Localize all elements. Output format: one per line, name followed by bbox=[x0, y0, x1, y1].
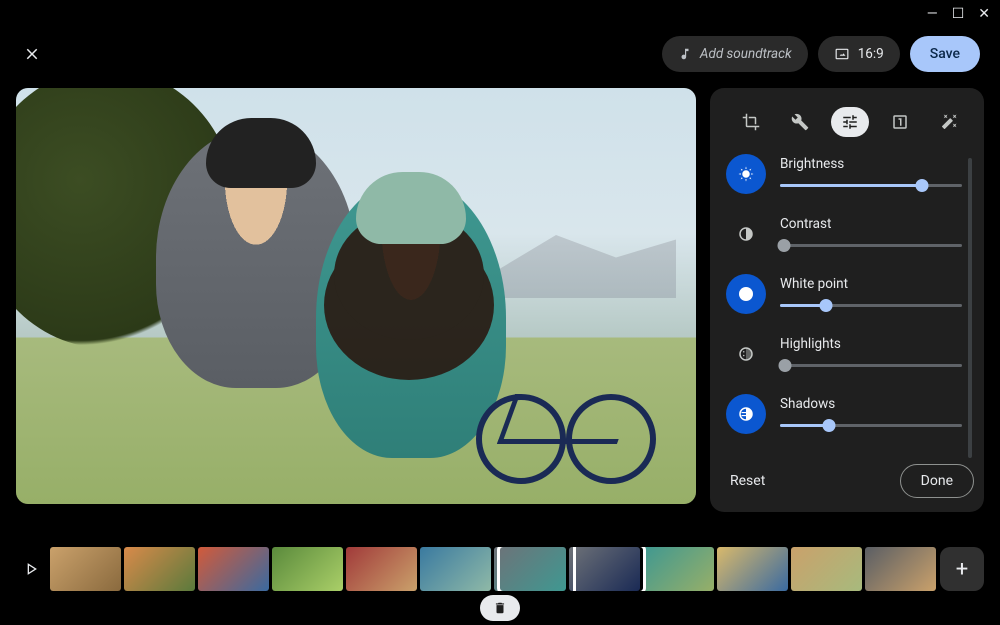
clip-thumbnail[interactable] bbox=[198, 547, 269, 591]
clip-thumbnail[interactable] bbox=[272, 547, 343, 591]
add-clip-button[interactable]: + bbox=[940, 547, 984, 591]
music-note-icon bbox=[678, 47, 692, 61]
clip-thumbnail[interactable] bbox=[50, 547, 121, 591]
shadows-label: Shadows bbox=[780, 396, 962, 412]
tools-icon bbox=[791, 113, 809, 131]
aspect-ratio-label: 16:9 bbox=[858, 46, 884, 62]
add-soundtrack-label: Add soundtrack bbox=[700, 46, 792, 62]
tab-crop[interactable] bbox=[732, 107, 770, 137]
tool-tabs bbox=[726, 102, 974, 142]
window-close-button[interactable]: ✕ bbox=[978, 6, 990, 22]
window-minimize-button[interactable]: — bbox=[927, 6, 938, 22]
highlights-label: Highlights bbox=[780, 336, 962, 352]
whitepoint-label: White point bbox=[780, 276, 962, 292]
editor-topbar: Add soundtrack 16:9 Save bbox=[0, 32, 1000, 76]
adjustment-highlights: Highlights bbox=[726, 334, 962, 374]
brightness-slider[interactable] bbox=[780, 178, 962, 192]
plus-icon: + bbox=[956, 557, 968, 582]
adjustments-panel: Brightness Contrast White point Highlights S… bbox=[710, 88, 984, 512]
done-button-label: Done bbox=[921, 473, 953, 489]
delete-clip-button[interactable] bbox=[480, 595, 520, 621]
play-button[interactable] bbox=[16, 547, 46, 591]
clip-thumbnails[interactable] bbox=[50, 547, 936, 591]
magic-wand-icon bbox=[940, 113, 958, 131]
brightness-icon-button[interactable] bbox=[726, 154, 766, 194]
photo-preview[interactable] bbox=[16, 88, 696, 504]
adjustment-contrast: Contrast bbox=[726, 214, 962, 254]
close-icon bbox=[23, 45, 41, 63]
clip-thumbnail[interactable] bbox=[420, 547, 491, 591]
adjustment-shadows: Shadows bbox=[726, 394, 962, 434]
play-icon bbox=[23, 561, 39, 577]
clip-thumbnail[interactable] bbox=[643, 547, 714, 591]
clip-thumbnail[interactable] bbox=[346, 547, 417, 591]
aspect-ratio-icon bbox=[834, 47, 850, 61]
contrast-icon-button[interactable] bbox=[726, 214, 766, 254]
preview-bicycle bbox=[476, 364, 656, 484]
playhead[interactable] bbox=[573, 547, 576, 591]
done-button[interactable]: Done bbox=[900, 464, 974, 498]
window-controls: — ☐ ✕ bbox=[927, 6, 990, 22]
close-editor-button[interactable] bbox=[20, 42, 44, 66]
clip-thumbnail[interactable] bbox=[124, 547, 195, 591]
clip-thumbnail[interactable] bbox=[865, 547, 936, 591]
brightness-label: Brightness bbox=[780, 156, 962, 172]
whitepoint-slider[interactable] bbox=[780, 298, 962, 312]
contrast-slider[interactable] bbox=[780, 238, 962, 252]
clip-thumbnail[interactable] bbox=[791, 547, 862, 591]
adjustment-whitepoint: White point bbox=[726, 274, 962, 314]
aspect-ratio-button[interactable]: 16:9 bbox=[818, 36, 900, 72]
clip-thumbnail[interactable] bbox=[717, 547, 788, 591]
save-button[interactable]: Save bbox=[910, 36, 980, 72]
adjust-sliders-icon bbox=[841, 113, 859, 131]
shadows-icon-button[interactable] bbox=[726, 394, 766, 434]
highlights-icon-button[interactable] bbox=[726, 334, 766, 374]
shadows-slider[interactable] bbox=[780, 418, 962, 432]
adjustment-sliders: Brightness Contrast White point Highlights S… bbox=[726, 154, 974, 460]
window-maximize-button[interactable]: ☐ bbox=[952, 6, 965, 22]
tab-markup[interactable] bbox=[930, 107, 968, 137]
add-soundtrack-button[interactable]: Add soundtrack bbox=[662, 36, 808, 72]
panel-footer: Reset Done bbox=[726, 464, 974, 498]
tab-filters[interactable] bbox=[881, 107, 919, 137]
adjustment-brightness: Brightness bbox=[726, 154, 962, 194]
timeline-strip: + bbox=[16, 545, 984, 593]
trash-icon bbox=[493, 601, 507, 615]
filters-icon bbox=[891, 113, 909, 131]
crop-icon bbox=[742, 113, 760, 131]
tab-tools[interactable] bbox=[781, 107, 819, 137]
clip-thumbnail[interactable] bbox=[494, 547, 565, 591]
save-button-label: Save bbox=[930, 46, 960, 62]
whitepoint-icon-button[interactable] bbox=[726, 274, 766, 314]
panel-scrollbar[interactable] bbox=[968, 158, 972, 458]
contrast-label: Contrast bbox=[780, 216, 962, 232]
reset-button[interactable]: Reset bbox=[726, 467, 769, 495]
highlights-slider[interactable] bbox=[780, 358, 962, 372]
tab-adjust[interactable] bbox=[831, 107, 869, 137]
clip-thumbnail[interactable] bbox=[569, 547, 640, 591]
